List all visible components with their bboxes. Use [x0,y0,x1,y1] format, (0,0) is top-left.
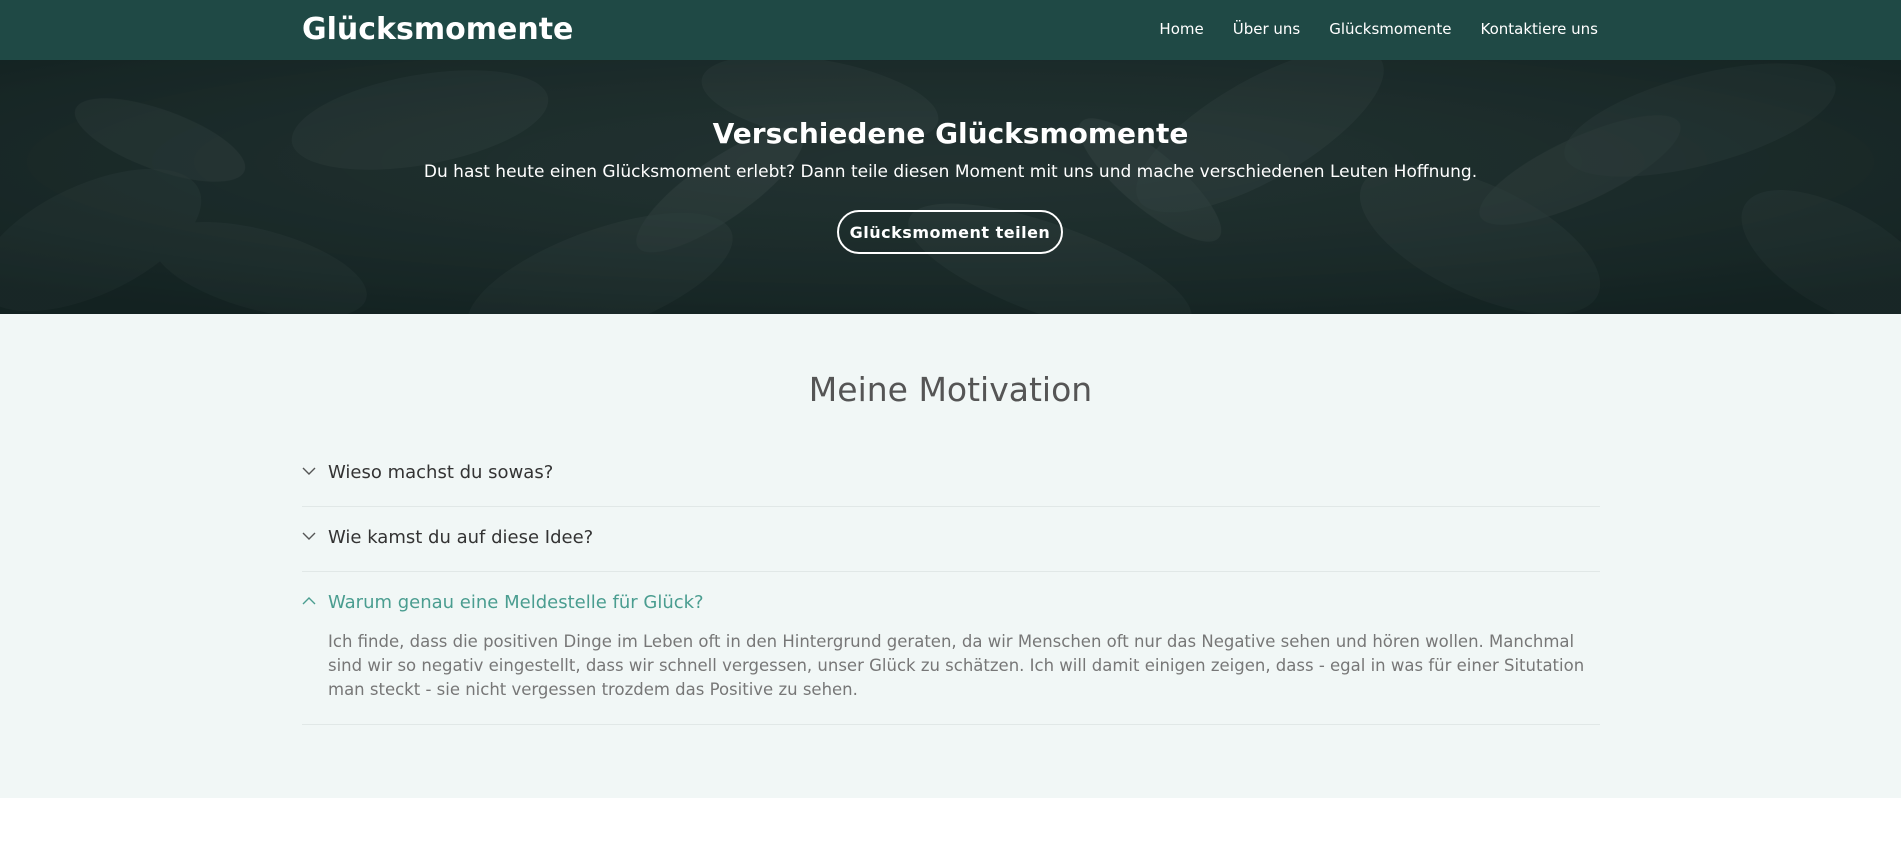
nav-link-home[interactable]: Home [1159,20,1203,38]
faq-item: Wieso machst du sowas? [302,442,1600,507]
faq-question: Wieso machst du sowas? [328,462,554,483]
main-nav: Home Über uns Glücksmomente Kontaktiere … [1130,20,1598,38]
hero-title: Verschiedene Glücksmomente [712,117,1189,150]
hero-banner: Verschiedene Glücksmomente Du hast heute… [0,60,1901,314]
share-moment-button[interactable]: Glücksmoment teilen [837,210,1063,254]
faq-question: Warum genau eine Meldestelle für Glück? [328,592,704,613]
nav-link-about[interactable]: Über uns [1233,20,1301,38]
nav-link-contact[interactable]: Kontaktiere uns [1481,20,1598,38]
nav-link-moments[interactable]: Glücksmomente [1329,20,1451,38]
hero-background-image [0,60,1901,314]
brand-logo[interactable]: Glücksmomente [302,12,573,47]
hero-subtitle: Du hast heute einen Glücksmoment erlebt?… [423,162,1478,182]
chevron-down-icon [302,532,316,540]
chevron-up-icon [302,597,316,605]
faq-item: Wie kamst du auf diese Idee? [302,507,1600,572]
faq-toggle[interactable]: Wie kamst du auf diese Idee? [302,507,1600,571]
motivation-section: Meine Motivation Wieso machst du sowas? … [0,314,1901,798]
navbar: Glücksmomente Home Über uns Glücksmoment… [0,0,1901,60]
faq-accordion: Wieso machst du sowas? Wie kamst du auf … [302,442,1600,725]
chevron-down-icon [302,467,316,475]
faq-item-open: Warum genau eine Meldestelle für Glück? … [302,572,1600,725]
faq-toggle[interactable]: Wieso machst du sowas? [302,442,1600,506]
faq-question: Wie kamst du auf diese Idee? [328,527,594,548]
faq-toggle[interactable]: Warum genau eine Meldestelle für Glück? [302,572,1600,636]
section-title: Meine Motivation [808,370,1093,409]
faq-answer: Ich finde, dass die positiven Dinge im L… [328,632,1585,699]
